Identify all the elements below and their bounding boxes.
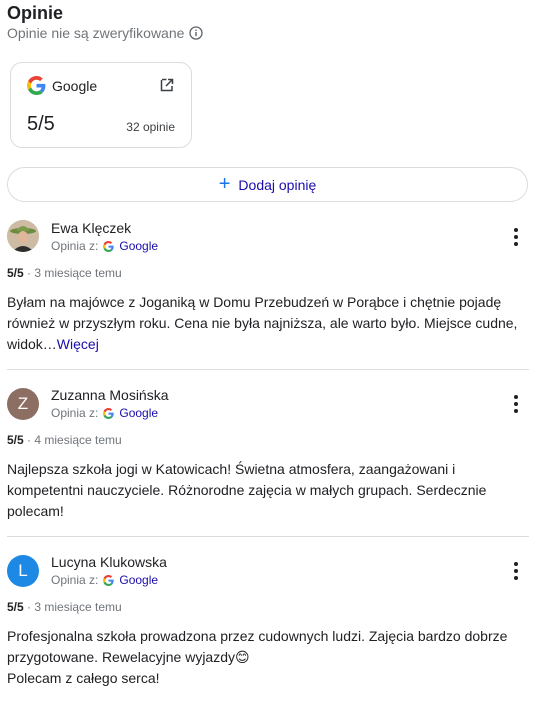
review-source-name[interactable]: Google: [119, 239, 158, 253]
average-score: 5/5: [27, 113, 55, 135]
more-options-button[interactable]: [508, 559, 524, 583]
review-author[interactable]: Zuzanna Mosińska: [51, 387, 169, 403]
avatar-letter: L: [18, 561, 28, 580]
rating-line: 5/5 · 3 miesiące temu: [7, 266, 122, 280]
avatar-letter: Z: [17, 394, 29, 413]
more-options-button[interactable]: [508, 225, 524, 249]
review-text: Najlepsza szkoła jogi w Katowicach! Świe…: [7, 461, 487, 519]
more-options-button[interactable]: [508, 392, 524, 416]
google-logo-icon: [103, 240, 115, 252]
review-count: 32 opinie: [126, 120, 175, 134]
info-icon[interactable]: [189, 26, 204, 40]
review-source-prefix: Opinia z:: [51, 239, 99, 253]
google-logo-icon: [103, 407, 115, 419]
show-more-link[interactable]: Więcej: [57, 336, 99, 352]
source-name: Google: [52, 78, 98, 94]
google-reviews-card[interactable]: Google 5/5 32 opinie: [10, 62, 192, 148]
google-logo-icon: [27, 76, 46, 95]
review-time: · 3 miesiące temu: [23, 266, 122, 280]
avatar[interactable]: Z: [7, 388, 39, 420]
review-text-block: Byłam na majówce z Joganiką w Domu Przeb…: [7, 292, 527, 355]
open-in-new-icon[interactable]: [159, 77, 175, 93]
review-text: Profesjonalna szkoła prowadzona przez cu…: [7, 628, 508, 686]
rating-line: 5/5 · 3 miesiące temu: [7, 600, 122, 614]
review-source-prefix: Opinia z:: [51, 406, 99, 420]
plus-icon: +: [218, 172, 231, 195]
divider: [7, 369, 529, 370]
add-review-button[interactable]: + Dodaj opinię: [7, 167, 528, 202]
review-source: Opinia z: Google: [51, 239, 158, 253]
google-logo-icon: [103, 574, 115, 586]
review-rating: 5/5: [7, 266, 24, 280]
review-source-prefix: Opinia z:: [51, 573, 99, 587]
rating-line: 5/5 · 4 miesiące temu: [7, 433, 122, 447]
add-review-label: Dodaj opinię: [238, 176, 317, 193]
review-source: Opinia z: Google: [51, 406, 158, 420]
review-source: Opinia z: Google: [51, 573, 158, 587]
review-time: · 4 miesiące temu: [23, 433, 122, 447]
review-author[interactable]: Lucyna Klukowska: [51, 554, 167, 570]
unverified-notice-text: Opinie nie są zweryfikowane: [7, 25, 185, 41]
review-rating: 5/5: [7, 600, 24, 614]
divider: [7, 536, 529, 537]
user-photo-icon: [7, 220, 39, 252]
unverified-notice: Opinie nie są zweryfikowane: [7, 25, 204, 41]
review-source-name[interactable]: Google: [119, 406, 158, 420]
avatar[interactable]: L: [7, 555, 39, 587]
review-source-name[interactable]: Google: [119, 573, 158, 587]
avatar[interactable]: [7, 220, 39, 252]
section-title: Opinie: [7, 3, 64, 23]
review-author[interactable]: Ewa Klęczek: [51, 220, 131, 236]
review-rating: 5/5: [7, 433, 24, 447]
review-time: · 3 miesiące temu: [23, 600, 122, 614]
